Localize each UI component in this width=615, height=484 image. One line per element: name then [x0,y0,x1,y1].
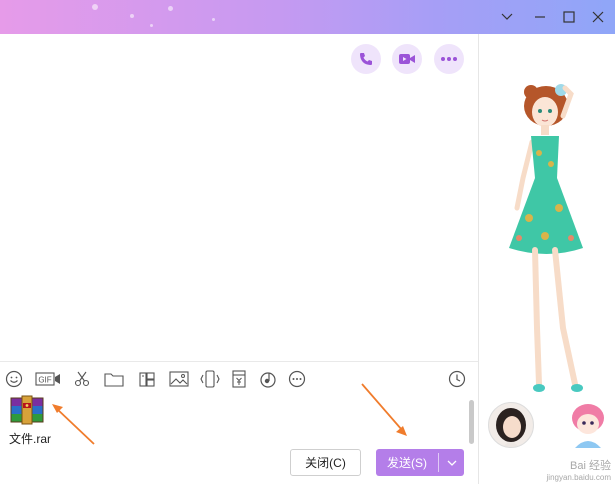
picture-icon[interactable] [168,368,190,390]
close-button[interactable]: 关闭(C) [290,449,361,476]
winrar-archive-icon [10,395,44,425]
voice-call-button[interactable] [351,44,381,74]
more-button[interactable] [434,44,464,74]
cartoon-sticker [565,400,611,450]
image-search-icon[interactable] [136,368,158,390]
gif-label: GIF [38,376,51,385]
avatar-show-panel: Bai 经验 jingyan.baidu.com [479,34,615,484]
more-circle-icon[interactable] [286,368,308,390]
watermark-line2: jingyan.baidu.com [546,473,611,482]
title-bar [0,0,615,34]
chevron-down-icon[interactable] [439,449,464,476]
video-call-button[interactable] [392,44,422,74]
minimize-icon[interactable] [530,7,550,27]
chat-message-area [0,34,478,361]
clock-icon[interactable] [446,368,468,390]
video-camera-icon [399,54,415,64]
more-dots-icon [441,57,457,61]
friend-avatar-image [496,408,526,447]
avatar-girl-illustration [509,84,583,392]
close-icon[interactable] [588,7,608,27]
friend-avatar[interactable] [488,402,534,448]
send-button-label: 发送(S) [387,456,427,470]
gif-button[interactable]: GIF [35,368,61,390]
folder-icon[interactable] [103,368,125,390]
scissors-icon[interactable] [71,368,93,390]
music-icon[interactable] [257,368,279,390]
chevron-down-icon[interactable] [497,7,517,27]
phone-shake-icon[interactable] [199,368,221,390]
input-toolbar: GIF [0,364,478,394]
watermark-line1: Bai 经验 [570,460,611,472]
attachment-filename: 文件.rar [9,432,52,446]
input-scrollbar[interactable] [469,400,474,444]
red-packet-icon[interactable] [228,368,250,390]
smile-icon[interactable] [3,368,25,390]
send-button[interactable]: 发送(S) [376,449,464,476]
watermark: Bai 经验 jingyan.baidu.com [547,457,611,482]
phone-icon [360,53,372,65]
input-divider [0,361,478,362]
maximize-icon[interactable] [559,7,579,27]
